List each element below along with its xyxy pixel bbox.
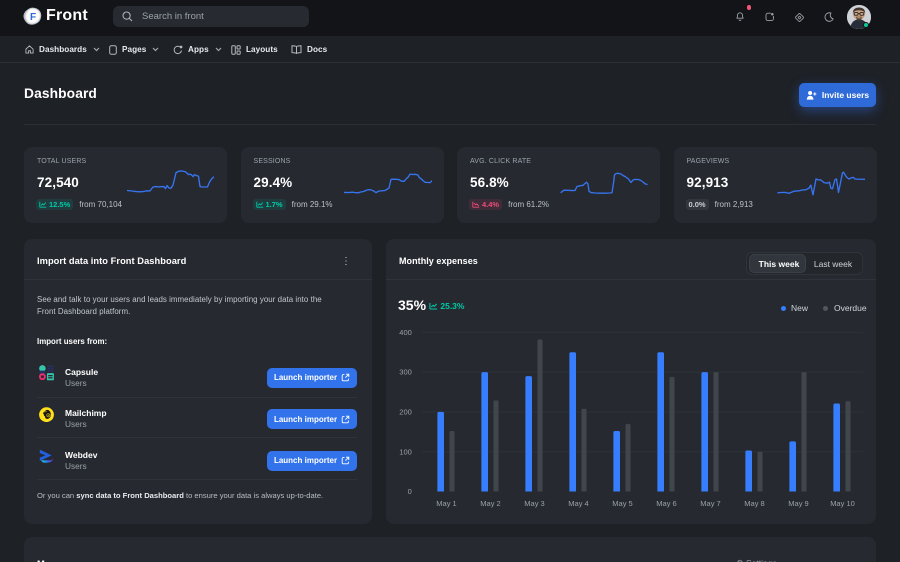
svg-text:May 9: May 9 (788, 499, 808, 508)
svg-text:May 7: May 7 (700, 499, 720, 508)
svg-text:May 6: May 6 (656, 499, 676, 508)
svg-text:May 4: May 4 (568, 499, 588, 508)
svg-text:May 3: May 3 (524, 499, 544, 508)
svg-text:0: 0 (408, 487, 412, 496)
svg-text:300: 300 (399, 367, 412, 376)
svg-text:May 2: May 2 (480, 499, 500, 508)
svg-text:May 1: May 1 (436, 499, 456, 508)
svg-text:May 8: May 8 (744, 499, 764, 508)
svg-text:May 5: May 5 (612, 499, 632, 508)
svg-text:100: 100 (399, 447, 412, 456)
svg-text:F: F (30, 12, 36, 23)
svg-text:200: 200 (399, 407, 412, 416)
svg-text:400: 400 (399, 327, 412, 336)
svg-text:May 10: May 10 (830, 499, 855, 508)
